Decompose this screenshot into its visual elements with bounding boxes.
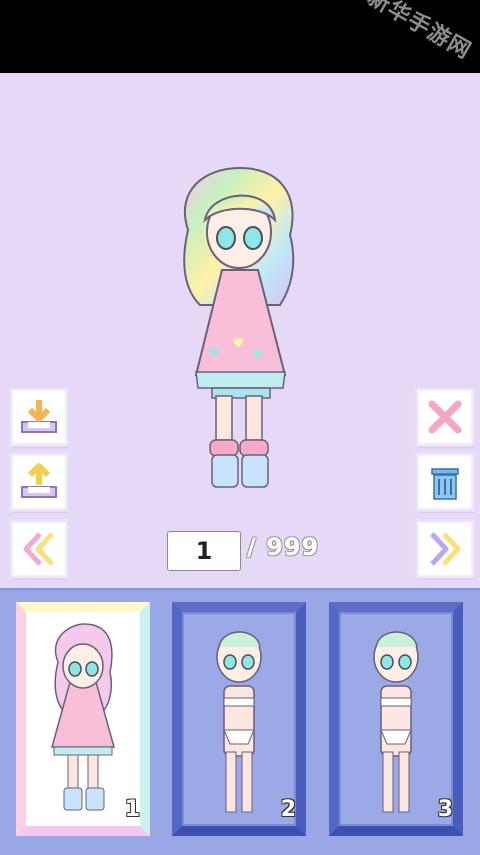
character-illustration: ♥ ♥ ♥ [183, 166, 295, 488]
page-number-input[interactable]: 1 [167, 531, 241, 571]
svg-text:♥: ♥ [208, 346, 221, 362]
svg-text:♥: ♥ [252, 348, 265, 364]
save-button[interactable] [11, 389, 67, 445]
previous-button[interactable] [11, 521, 67, 577]
delete-button[interactable] [417, 389, 473, 445]
close-icon [428, 400, 462, 434]
trash-button[interactable] [417, 454, 473, 510]
svg-text:♥: ♥ [232, 336, 245, 352]
slot-number: 1 [124, 797, 140, 822]
save-slot-1[interactable]: 1 [16, 602, 150, 836]
upload-icon [21, 463, 57, 498]
slot-number: 3 [437, 797, 453, 822]
trash-icon [431, 468, 459, 500]
double-chevron-right-icon [430, 532, 461, 566]
double-chevron-left-icon [23, 532, 54, 566]
save-icon [21, 400, 57, 433]
save-slot-3[interactable]: 3 [329, 602, 463, 836]
character-stage: ♥ ♥ ♥ [0, 73, 480, 588]
next-button[interactable] [417, 521, 473, 577]
page-total: / 999 [247, 533, 320, 561]
slot-number: 2 [280, 797, 296, 822]
save-slot-2[interactable]: 2 [172, 602, 306, 836]
top-bar: 新华手游网 [0, 0, 480, 73]
load-button[interactable] [11, 454, 67, 510]
